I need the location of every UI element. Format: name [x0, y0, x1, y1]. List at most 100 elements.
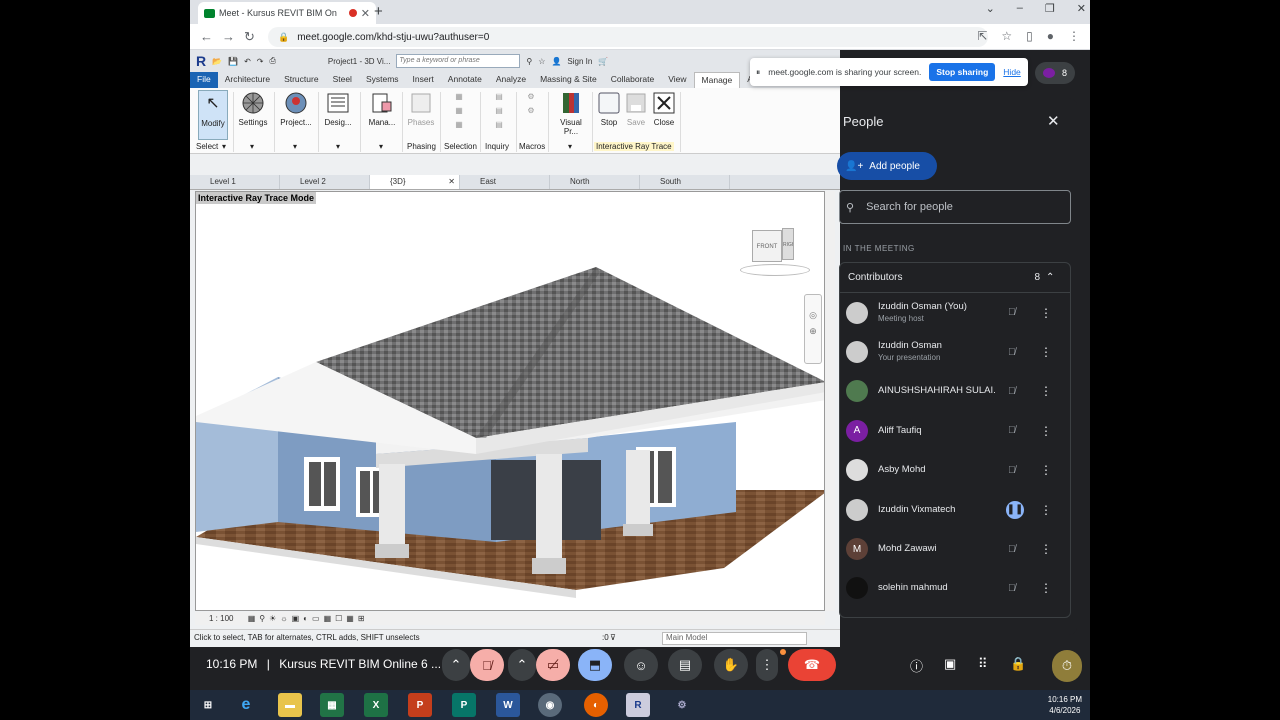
participant-row[interactable]: Izuddin Osman Your presentation 🎙̸ ⋮: [840, 332, 1070, 371]
viewcube-right[interactable]: RIGH: [782, 228, 794, 260]
selection-tools[interactable]: ▦ ▦ ▦: [452, 90, 466, 140]
binoculars-icon[interactable]: ⚲: [526, 57, 532, 66]
visual-dropdown-icon[interactable]: ▾: [568, 142, 572, 151]
profile-avatar[interactable]: ●: [1047, 29, 1054, 43]
modify-button[interactable]: ↖ Modify: [198, 90, 228, 140]
chrome-icon[interactable]: ◉: [538, 693, 562, 717]
new-tab-button[interactable]: +: [374, 3, 383, 20]
mic-muted-button[interactable]: 🎙̸: [470, 649, 504, 681]
manage-button[interactable]: Mana...: [366, 90, 398, 140]
user-icon[interactable]: 👤: [551, 57, 561, 66]
participant-menu-icon[interactable]: ⋮: [1040, 503, 1052, 517]
mic-off-icon[interactable]: 🎙̸: [1008, 544, 1016, 555]
sign-in-link[interactable]: Sign In: [567, 57, 592, 66]
save-render-button[interactable]: Save: [625, 90, 647, 140]
view-control-icons[interactable]: ▦⚲☀☼▣◐▭▦☐▦⊞: [248, 614, 369, 623]
mic-off-icon[interactable]: 🎙̸: [1008, 425, 1016, 436]
participant-menu-icon[interactable]: ⋮: [1040, 384, 1052, 398]
tab-search-icon[interactable]: ⌄: [986, 2, 995, 15]
visual-programming-button[interactable]: Visual Pr...: [552, 90, 590, 140]
phases-button[interactable]: Phases: [406, 90, 436, 140]
qat-save-icon[interactable]: 💾: [228, 57, 238, 66]
camera-options-chevron[interactable]: ⌃: [508, 649, 536, 681]
more-options-button[interactable]: ⋮: [756, 649, 778, 681]
qat-open-icon[interactable]: 📂: [212, 57, 222, 66]
cart-icon[interactable]: 🛒: [598, 57, 608, 66]
ribbon-tab-steel[interactable]: Steel: [326, 72, 359, 88]
view-tab-level2[interactable]: Level 2: [280, 175, 370, 189]
speaking-indicator-icon[interactable]: ❚❚: [1006, 500, 1024, 519]
panel-select-label[interactable]: Select: [196, 142, 218, 151]
mic-off-icon[interactable]: 🎙̸: [1008, 386, 1016, 397]
present-screen-button[interactable]: ⬒: [578, 649, 612, 681]
favorites-star-icon[interactable]: ☆: [538, 57, 545, 66]
participant-menu-icon[interactable]: ⋮: [1040, 306, 1052, 320]
ribbon-tab-analyze[interactable]: Analyze: [489, 72, 533, 88]
ribbon-tab-file[interactable]: File: [190, 72, 218, 88]
bookmark-star-icon[interactable]: ☆: [1001, 29, 1012, 43]
participant-menu-icon[interactable]: ⋮: [1040, 345, 1052, 359]
close-panel-icon[interactable]: ✕: [1047, 112, 1060, 130]
inquiry-tools[interactable]: ▤ ▤ ▤: [492, 90, 506, 140]
camera-off-button[interactable]: ▭̸: [536, 649, 570, 681]
file-explorer-icon[interactable]: ▬: [278, 693, 302, 717]
design-options-button[interactable]: Desig...: [322, 90, 354, 140]
ribbon-tab-systems[interactable]: Systems: [359, 72, 406, 88]
windows-start-icon[interactable]: ⊞: [196, 693, 220, 717]
participant-row[interactable]: A Aliff Taufiq 🎙̸ ⋮: [840, 411, 1070, 450]
mic-off-icon[interactable]: 🎙̸: [1008, 307, 1016, 318]
hide-banner-link[interactable]: Hide: [1003, 67, 1020, 77]
qat-print-icon[interactable]: ⎙: [269, 56, 275, 66]
meeting-details-icon[interactable]: ⓘ: [910, 656, 923, 675]
keyword-search-input[interactable]: Type a keyword or phrase: [396, 54, 521, 68]
mic-off-icon[interactable]: 🎙̸: [1008, 347, 1016, 358]
participant-row[interactable]: Izuddin Vixmatech ❚❚ ⋮: [840, 490, 1070, 529]
ribbon-tab-manage[interactable]: Manage: [693, 72, 741, 88]
ribbon-tab-annotate[interactable]: Annotate: [441, 72, 489, 88]
menu-kebab-icon[interactable]: ⋮: [1068, 29, 1080, 43]
viewcube-front[interactable]: FRONT: [752, 230, 782, 262]
timer-icon[interactable]: ⏱: [1052, 650, 1082, 682]
leave-call-button[interactable]: ☎: [788, 649, 836, 681]
viewport-scrollbar[interactable]: [825, 191, 835, 611]
ribbon-tab-view[interactable]: View: [661, 72, 693, 88]
view-tab-close-icon[interactable]: ✕: [448, 177, 455, 186]
reactions-button[interactable]: ☺: [624, 649, 658, 681]
qat-undo-icon[interactable]: ↶: [244, 57, 251, 66]
collapse-chevron-icon[interactable]: ⌃: [1046, 272, 1054, 283]
host-controls-icon[interactable]: 🔒: [1010, 656, 1026, 672]
view-scale[interactable]: 1 : 100: [209, 614, 233, 623]
project-icon[interactable]: P: [452, 693, 476, 717]
green-app-icon[interactable]: ▦: [320, 693, 344, 717]
participant-menu-icon[interactable]: ⋮: [1040, 581, 1052, 595]
qat-redo-icon[interactable]: ↷: [257, 57, 264, 66]
ribbon-tab-structure[interactable]: Structure: [277, 72, 326, 88]
viewcube[interactable]: FRONT RIGH: [736, 226, 812, 276]
sidepanel-icon[interactable]: ▯: [1026, 29, 1033, 43]
excel-icon[interactable]: X: [364, 693, 388, 717]
chat-icon[interactable]: ▣: [944, 656, 956, 672]
stop-sharing-button[interactable]: Stop sharing: [929, 63, 996, 81]
ribbon-tab-insert[interactable]: Insert: [406, 72, 441, 88]
3d-viewport[interactable]: Interactive Ray Trace Mode FRONT RIGH ◎ …: [195, 191, 825, 611]
select-dropdown-icon[interactable]: ▾: [222, 142, 226, 151]
selection-filter-icon[interactable]: ⊽: [610, 633, 616, 642]
raise-hand-button[interactable]: ✋: [714, 649, 748, 681]
forward-icon[interactable]: →: [222, 29, 235, 44]
zoom-icon[interactable]: ⊕: [809, 326, 817, 336]
navigation-bar[interactable]: ◎ ⊕: [804, 294, 822, 364]
revit-logo-icon[interactable]: R: [196, 53, 206, 69]
minimize-button[interactable]: –: [1017, 2, 1023, 15]
add-people-button[interactable]: 👤+ Add people: [837, 152, 937, 180]
system-tray[interactable]: 10:16 PM 4/6/2026: [1048, 694, 1082, 716]
powerpoint-icon[interactable]: P: [408, 693, 432, 717]
participant-row[interactable]: M Mohd Zawawi 🎙̸ ⋮: [840, 529, 1070, 568]
restore-button[interactable]: ❐: [1045, 2, 1055, 15]
firefox-icon[interactable]: ◐: [584, 693, 608, 717]
project-button[interactable]: Project...: [276, 90, 316, 140]
view-tab-3d[interactable]: {3D} ✕: [370, 175, 460, 189]
word-icon[interactable]: W: [496, 693, 520, 717]
project-dropdown-icon[interactable]: ▾: [293, 142, 297, 151]
revit-taskbar-icon[interactable]: R: [626, 693, 650, 717]
view-tab-east[interactable]: East: [460, 175, 550, 189]
